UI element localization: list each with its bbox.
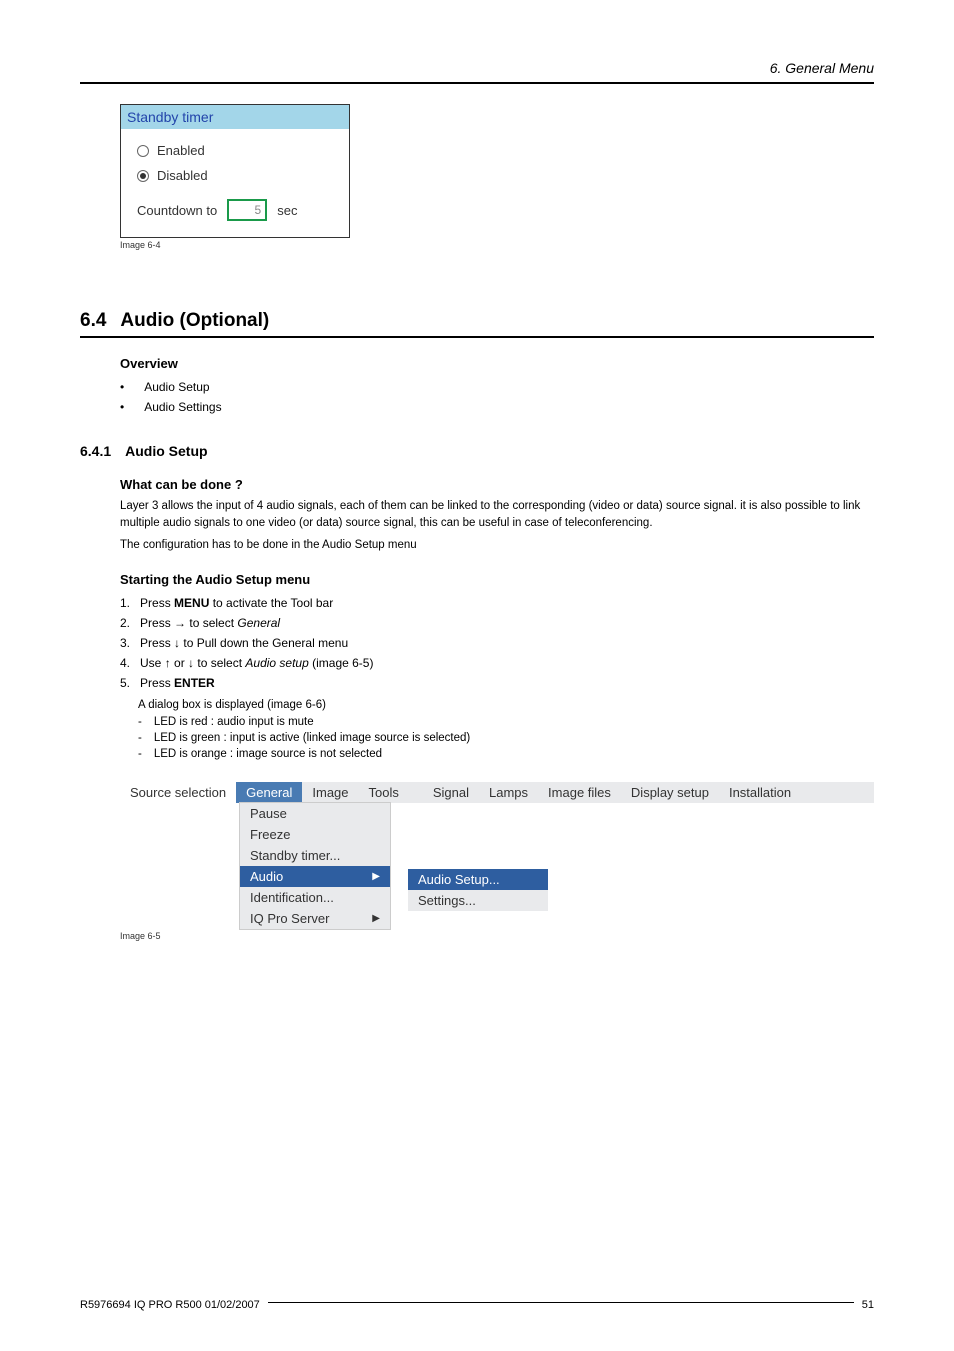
- dash-list: -LED is red : audio input is mute -LED i…: [138, 714, 874, 762]
- tab-installation[interactable]: Installation: [719, 782, 801, 803]
- subsection-title: Audio Setup: [125, 443, 207, 459]
- audio-submenu: Audio Setup... Settings...: [408, 869, 548, 929]
- step-text: Press ENTER: [140, 676, 215, 690]
- page-number: 51: [862, 1299, 874, 1311]
- radio-label: Enabled: [157, 143, 205, 158]
- list-item: Audio Setup: [144, 380, 209, 394]
- subsection-heading: 6.4.1 Audio Setup: [80, 443, 874, 459]
- figure-caption: Image 6-5: [120, 931, 874, 941]
- radio-icon: [137, 145, 149, 157]
- submenu-settings[interactable]: Settings...: [408, 890, 548, 911]
- submenu-audio-setup[interactable]: Audio Setup...: [408, 869, 548, 890]
- step-note: A dialog box is displayed (image 6-6): [138, 697, 874, 714]
- countdown-input[interactable]: 5: [227, 199, 267, 221]
- menu-item-audio[interactable]: Audio▶: [240, 866, 390, 887]
- tab-lamps[interactable]: Lamps: [479, 782, 538, 803]
- steps-list: 1.Press MENU to activate the Tool bar 2.…: [120, 593, 874, 693]
- menubar: Source selection General Image Tools Sig…: [120, 782, 874, 803]
- overview-list: •Audio Setup •Audio Settings: [120, 377, 874, 417]
- section-number: 6.4: [80, 310, 106, 332]
- tab-general[interactable]: General: [236, 782, 302, 803]
- paragraph: Layer 3 allows the input of 4 audio sign…: [120, 498, 874, 533]
- section-heading: 6.4 Audio (Optional): [80, 310, 874, 338]
- list-item: LED is green : input is active (linked i…: [154, 732, 470, 744]
- countdown-label: Countdown to: [137, 203, 217, 218]
- list-item: Audio Settings: [144, 400, 221, 414]
- standby-timer-dialog: Standby timer Enabled Disabled Countdown…: [120, 104, 350, 238]
- chevron-right-icon: ▶: [372, 913, 380, 924]
- list-item: LED is red : audio input is mute: [154, 716, 314, 728]
- step-text: Press → to select General: [140, 616, 280, 630]
- menu-figure: Source selection General Image Tools Sig…: [120, 782, 874, 929]
- dialog-title: Standby timer: [121, 105, 349, 129]
- tab-signal[interactable]: Signal: [423, 782, 479, 803]
- menu-item-identification[interactable]: Identification...: [240, 887, 390, 908]
- general-dropdown: Pause Freeze Standby timer... Audio▶ Ide…: [240, 803, 390, 929]
- subsection-number: 6.4.1: [80, 443, 111, 459]
- figure-caption: Image 6-4: [120, 240, 874, 250]
- start-heading: Starting the Audio Setup menu: [120, 572, 874, 587]
- tab-image-files[interactable]: Image files: [538, 782, 621, 803]
- radio-label: Disabled: [157, 168, 208, 183]
- menubar-source[interactable]: Source selection: [120, 782, 236, 803]
- page-footer: R5976694 IQ PRO R500 01/02/2007 51: [80, 1299, 874, 1311]
- radio-disabled[interactable]: Disabled: [137, 168, 333, 183]
- step-text: Press MENU to activate the Tool bar: [140, 596, 333, 610]
- tab-display-setup[interactable]: Display setup: [621, 782, 719, 803]
- list-item: LED is orange : image source is not sele…: [154, 748, 382, 760]
- countdown-unit: sec: [277, 203, 297, 218]
- section-title: Audio (Optional): [120, 310, 269, 332]
- step-text: Press ↓ to Pull down the General menu: [140, 636, 348, 650]
- chevron-right-icon: ▶: [372, 871, 380, 882]
- paragraph: The configuration has to be done in the …: [120, 537, 874, 554]
- radio-enabled[interactable]: Enabled: [137, 143, 333, 158]
- page-header: 6. General Menu: [80, 60, 874, 84]
- menu-item-standby-timer[interactable]: Standby timer...: [240, 845, 390, 866]
- menu-item-iq-pro-server[interactable]: IQ Pro Server▶: [240, 908, 390, 929]
- menu-item-pause[interactable]: Pause: [240, 803, 390, 824]
- menu-item-freeze[interactable]: Freeze: [240, 824, 390, 845]
- tab-tools[interactable]: Tools: [359, 782, 409, 803]
- what-heading: What can be done ?: [120, 477, 874, 492]
- overview-heading: Overview: [120, 356, 874, 371]
- radio-icon: [137, 170, 149, 182]
- footer-left: R5976694 IQ PRO R500 01/02/2007: [80, 1299, 260, 1311]
- tab-image[interactable]: Image: [302, 782, 358, 803]
- step-text: Use ↑ or ↓ to select Audio setup (image …: [140, 656, 373, 670]
